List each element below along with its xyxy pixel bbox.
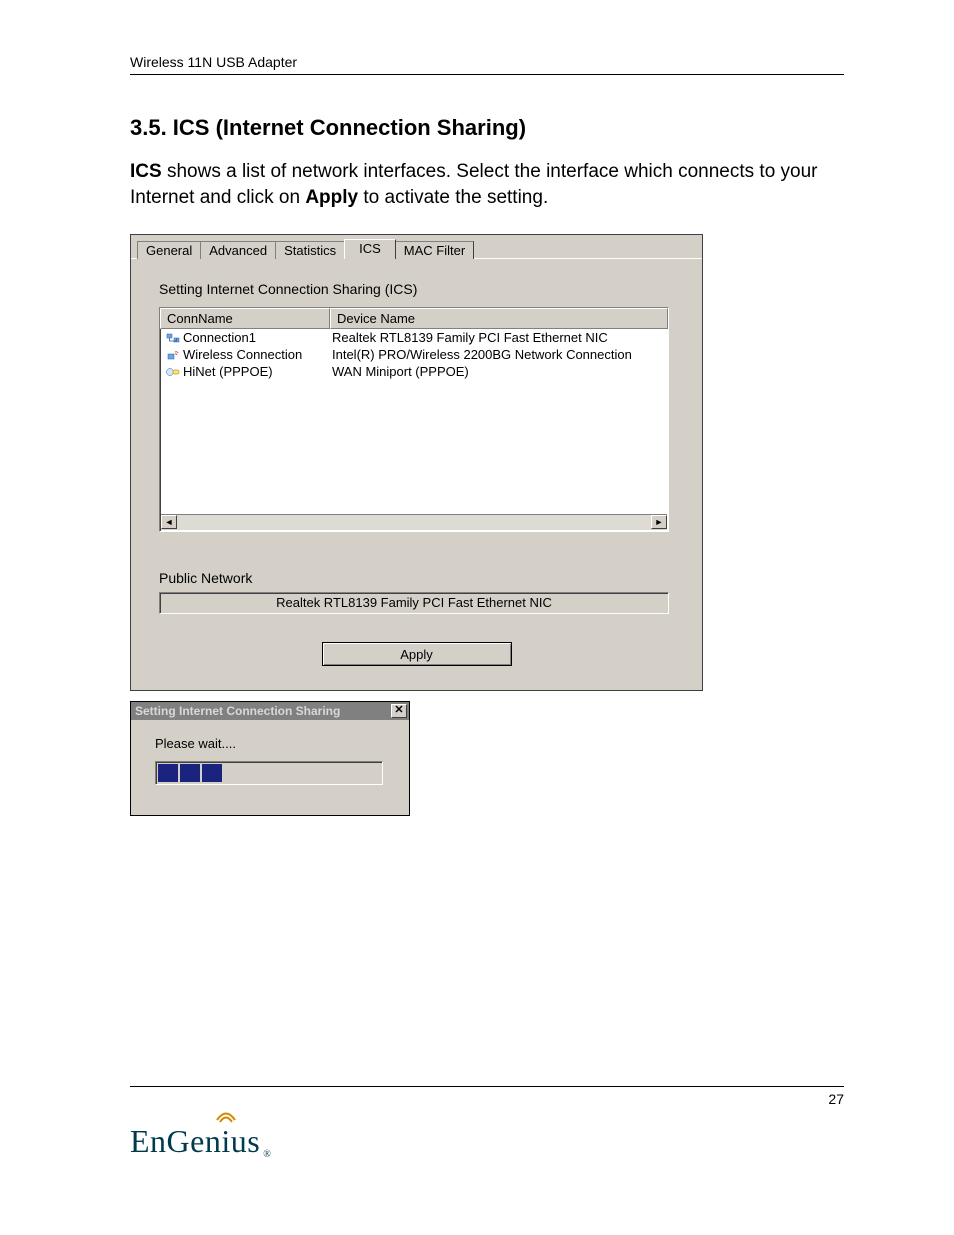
column-devicename[interactable]: Device Name — [330, 308, 668, 329]
progress-block — [180, 764, 200, 782]
tab-statistics[interactable]: Statistics — [275, 241, 345, 259]
column-connname[interactable]: ConnName — [160, 308, 330, 329]
scroll-left-icon[interactable]: ◄ — [161, 515, 177, 529]
listview-header: ConnName Device Name — [160, 308, 668, 329]
section-title: 3.5. ICS (Internet Connection Sharing) — [130, 115, 844, 141]
groupbox-label: Setting Internet Connection Sharing (ICS… — [159, 281, 674, 297]
list-item[interactable]: Wireless Connection Intel(R) PRO/Wireles… — [160, 346, 668, 363]
intro-strong-ics: ICS — [130, 161, 162, 182]
wifi-icon — [215, 1109, 237, 1125]
page-header: Wireless 11N USB Adapter — [130, 54, 844, 75]
horizontal-scrollbar[interactable]: ◄ ► — [161, 514, 667, 530]
apply-button[interactable]: Apply — [322, 642, 512, 666]
close-icon[interactable]: ✕ — [391, 704, 407, 718]
conn-name: Connection1 — [183, 330, 256, 345]
device-name: Realtek RTL8139 Family PCI Fast Ethernet… — [330, 330, 668, 345]
tab-strip: General Advanced Statistics ICS MAC Filt… — [131, 235, 702, 259]
conn-name: HiNet (PPPOE) — [183, 364, 273, 379]
public-network-label: Public Network — [159, 570, 674, 586]
connection-listview[interactable]: ConnName Device Name Connection1 Realtek… — [159, 307, 669, 532]
progress-dialog: Setting Internet Connection Sharing ✕ Pl… — [130, 701, 410, 816]
scroll-right-icon[interactable]: ► — [651, 515, 667, 529]
tab-advanced[interactable]: Advanced — [200, 241, 276, 259]
tab-ics[interactable]: ICS — [344, 239, 396, 259]
lan-icon — [166, 332, 180, 344]
scroll-track[interactable] — [177, 515, 651, 530]
dialup-icon — [166, 366, 180, 378]
device-name: Intel(R) PRO/Wireless 2200BG Network Con… — [330, 347, 668, 362]
brand-logo: EnGeni us® — [130, 1123, 844, 1160]
wireless-icon — [166, 349, 180, 361]
conn-name: Wireless Connection — [183, 347, 302, 362]
intro-text-2: to activate the setting. — [358, 187, 548, 208]
list-item[interactable]: HiNet (PPPOE) WAN Miniport (PPPOE) — [160, 363, 668, 380]
progress-title: Setting Internet Connection Sharing — [135, 704, 340, 718]
progress-block — [158, 764, 178, 782]
progress-bar — [155, 761, 383, 785]
ics-dialog: General Advanced Statistics ICS MAC Filt… — [130, 234, 703, 691]
product-name: Wireless 11N USB Adapter — [130, 54, 297, 70]
tab-general[interactable]: General — [137, 241, 201, 259]
list-item[interactable]: Connection1 Realtek RTL8139 Family PCI F… — [160, 329, 668, 346]
tab-mac-filter[interactable]: MAC Filter — [395, 241, 474, 259]
please-wait-text: Please wait.... — [155, 736, 385, 751]
device-name: WAN Miniport (PPPOE) — [330, 364, 668, 379]
intro-strong-apply: Apply — [305, 187, 358, 208]
page-number: 27 — [130, 1087, 844, 1107]
public-network-field: Realtek RTL8139 Family PCI Fast Ethernet… — [159, 592, 669, 614]
intro-paragraph: ICS shows a list of network interfaces. … — [130, 159, 844, 210]
progress-block — [202, 764, 222, 782]
